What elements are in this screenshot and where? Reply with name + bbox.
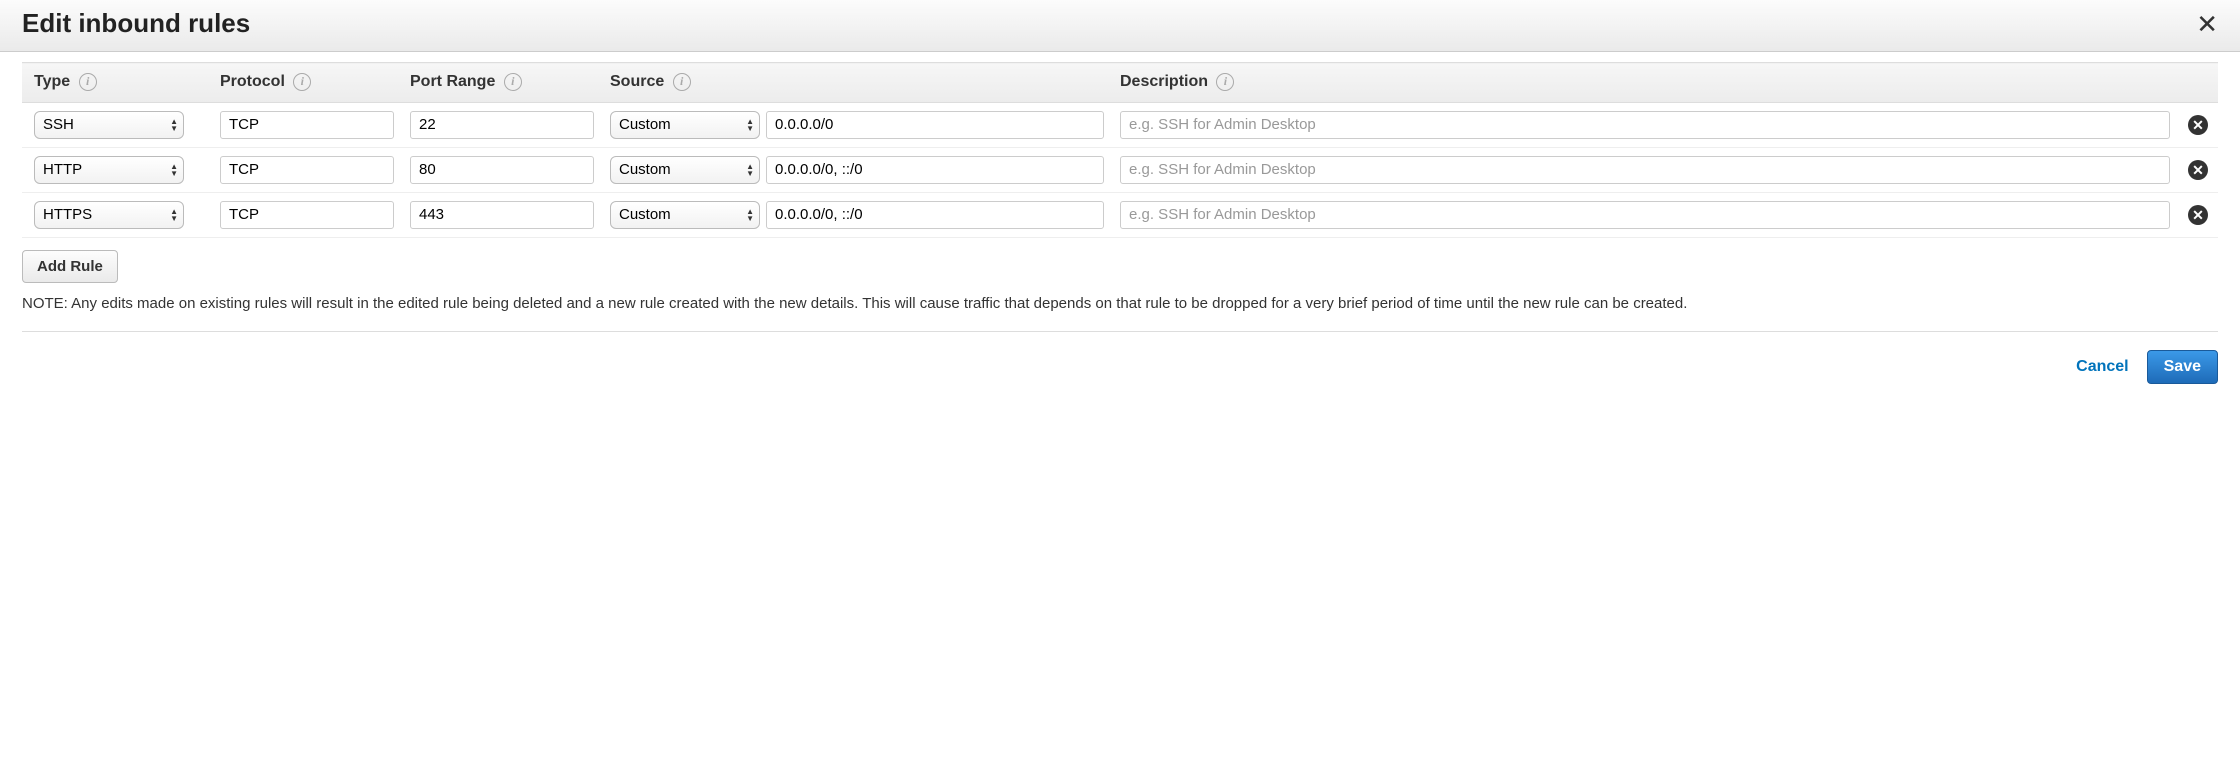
protocol-input[interactable]: [220, 201, 394, 229]
header-type: Type i: [22, 63, 212, 103]
type-select[interactable]: [34, 201, 184, 229]
header-description-label: Description: [1120, 73, 1208, 90]
description-input[interactable]: [1120, 111, 2170, 139]
source-cell: ▲▼: [610, 201, 1104, 229]
source-mode-select[interactable]: [610, 201, 760, 229]
cancel-button[interactable]: Cancel: [2076, 358, 2128, 376]
port-range-input[interactable]: [410, 111, 594, 139]
remove-rule-icon[interactable]: ✕: [2188, 205, 2208, 225]
source-cell: ▲▼: [610, 156, 1104, 184]
description-input[interactable]: [1120, 201, 2170, 229]
type-select-wrap: ▲▼: [34, 201, 184, 229]
save-button[interactable]: Save: [2147, 350, 2218, 384]
type-select[interactable]: [34, 111, 184, 139]
type-select-wrap: ▲▼: [34, 156, 184, 184]
table-row: ▲▼ ▲▼ ✕: [22, 102, 2218, 147]
source-value-input[interactable]: [766, 111, 1104, 139]
protocol-input[interactable]: [220, 111, 394, 139]
table-header-row: Type i Protocol i Port Range i Source i: [22, 63, 2218, 103]
source-mode-select-wrap: ▲▼: [610, 111, 760, 139]
info-icon[interactable]: i: [79, 73, 97, 91]
port-range-input[interactable]: [410, 156, 594, 184]
source-cell: ▲▼: [610, 111, 1104, 139]
type-select[interactable]: [34, 156, 184, 184]
source-mode-select[interactable]: [610, 111, 760, 139]
source-value-input[interactable]: [766, 201, 1104, 229]
source-mode-select[interactable]: [610, 156, 760, 184]
info-icon[interactable]: i: [1216, 73, 1234, 91]
note-text: NOTE: Any edits made on existing rules w…: [22, 293, 2218, 333]
rules-table: Type i Protocol i Port Range i Source i: [22, 62, 2218, 238]
header-remove: [2178, 63, 2218, 103]
source-mode-select-wrap: ▲▼: [610, 156, 760, 184]
header-protocol: Protocol i: [212, 63, 402, 103]
dialog-footer: Cancel Save: [0, 332, 2240, 402]
header-protocol-label: Protocol: [220, 73, 285, 90]
header-source-label: Source: [610, 73, 664, 90]
header-description: Description i: [1112, 63, 2178, 103]
description-input[interactable]: [1120, 156, 2170, 184]
info-icon[interactable]: i: [673, 73, 691, 91]
protocol-input[interactable]: [220, 156, 394, 184]
type-select-wrap: ▲▼: [34, 111, 184, 139]
add-rule-button[interactable]: Add Rule: [22, 250, 118, 283]
header-port-range-label: Port Range: [410, 73, 495, 90]
port-range-input[interactable]: [410, 201, 594, 229]
table-row: ▲▼ ▲▼ ✕: [22, 192, 2218, 237]
close-icon[interactable]: ✕: [2196, 11, 2218, 37]
header-source: Source i: [602, 63, 1112, 103]
info-icon[interactable]: i: [293, 73, 311, 91]
dialog-title: Edit inbound rules: [22, 8, 250, 39]
source-value-input[interactable]: [766, 156, 1104, 184]
edit-inbound-rules-dialog: Edit inbound rules ✕ Type i Protocol i: [0, 0, 2240, 402]
header-port-range: Port Range i: [402, 63, 602, 103]
remove-rule-icon[interactable]: ✕: [2188, 115, 2208, 135]
table-row: ▲▼ ▲▼ ✕: [22, 147, 2218, 192]
remove-rule-icon[interactable]: ✕: [2188, 160, 2208, 180]
header-type-label: Type: [34, 73, 70, 90]
source-mode-select-wrap: ▲▼: [610, 201, 760, 229]
info-icon[interactable]: i: [504, 73, 522, 91]
dialog-content: Type i Protocol i Port Range i Source i: [0, 52, 2240, 332]
dialog-header: Edit inbound rules ✕: [0, 0, 2240, 52]
